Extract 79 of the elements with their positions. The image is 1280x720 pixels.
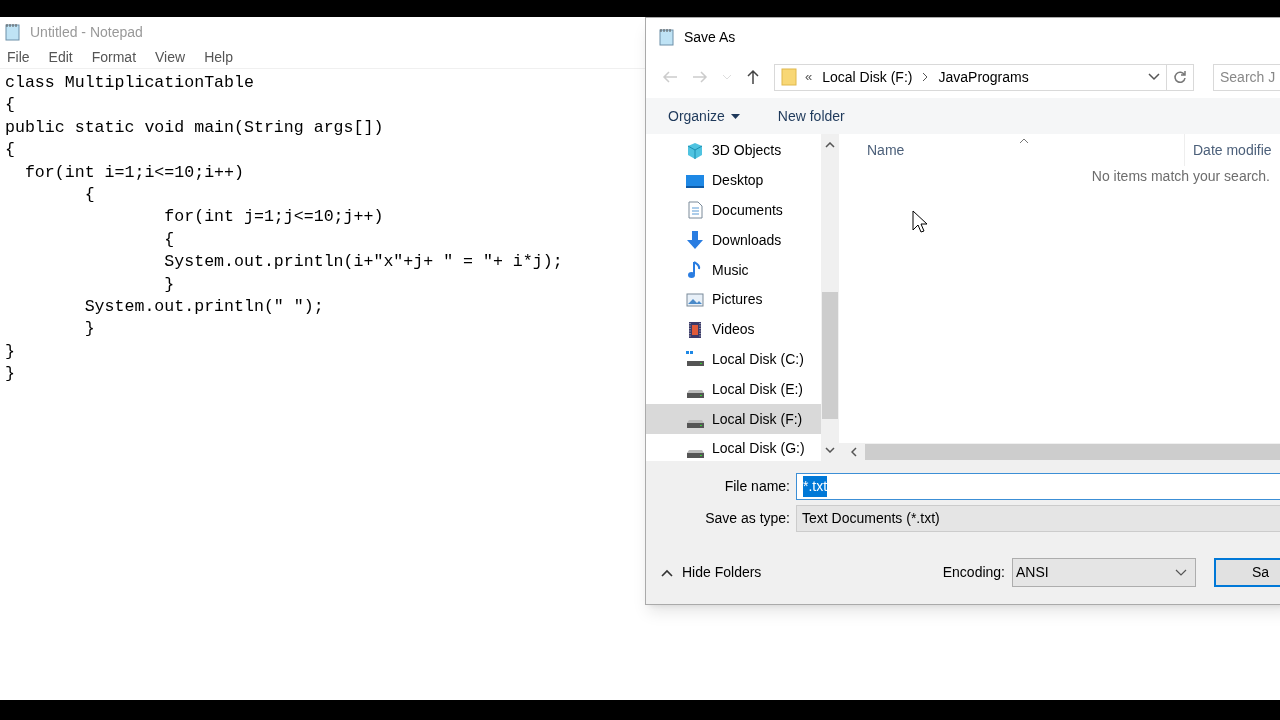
empty-message: No items match your search. (1091, 167, 1270, 182)
code-line: } (163, 274, 175, 294)
menu-item[interactable]: View (155, 47, 186, 68)
code-line: { (5, 140, 15, 160)
nav-item[interactable]: Videos (646, 314, 821, 345)
nav-item[interactable]: Documents (646, 195, 821, 226)
window-title: Untitled - Notepad (30, 22, 143, 42)
scroll-thumb[interactable] (822, 292, 838, 419)
column-header[interactable]: Name (839, 139, 1184, 161)
menu-item[interactable]: Edit (48, 47, 73, 68)
drive-icon (686, 350, 704, 369)
encoding-dropdown[interactable]: ANSI (1012, 558, 1196, 587)
nav-item[interactable]: Local Disk (C:) (646, 344, 821, 375)
drive-icon (686, 420, 704, 429)
field-label: File name: (723, 477, 791, 496)
drive-icon (686, 449, 704, 458)
hide-folders-button[interactable]: Hide Folders (661, 562, 762, 583)
drive-icon (686, 390, 704, 399)
code-line: public static void main(String args[]) (5, 117, 384, 137)
film-icon (686, 320, 704, 339)
field-label: Save as type: (704, 509, 791, 528)
save-button[interactable]: Sa (1214, 558, 1280, 587)
scroll-thumb[interactable] (865, 444, 1280, 460)
breadcrumb[interactable]: Local Disk (F:) (822, 66, 913, 88)
download-arrow-icon (686, 231, 704, 250)
cube-icon (686, 141, 704, 160)
menu-item[interactable]: Format (91, 47, 137, 68)
caret-icon (730, 113, 740, 119)
document-icon (686, 201, 704, 220)
organize-button[interactable]: Organize (668, 105, 740, 127)
nav-item[interactable]: 3D Objects (646, 136, 821, 166)
nav-item[interactable]: Local Disk (E:) (646, 374, 821, 405)
notepad-icon (658, 28, 676, 46)
up-arrow-icon[interactable] (746, 69, 760, 85)
menu-item[interactable]: File (7, 47, 30, 68)
file-name-field[interactable]: *.txt (796, 473, 1280, 500)
code-line: System.out.println(i+"x"+j+ " = "+ i*j); (163, 252, 563, 272)
nav-item[interactable]: Local Disk (G:) (646, 433, 821, 461)
nav-item[interactable]: Local Disk (F:) (646, 404, 821, 434)
breadcrumb[interactable]: JavaPrograms (938, 66, 1029, 88)
scroll-down-icon[interactable] (825, 447, 835, 453)
save-type-dropdown[interactable]: Text Documents (*.txt) (796, 505, 1280, 532)
column-header[interactable]: Date modifie (1185, 139, 1272, 161)
code-line: } (5, 364, 15, 384)
code-line: System.out.println(" "); (83, 296, 324, 316)
dropdown-icon[interactable] (1148, 73, 1160, 81)
refresh-icon[interactable] (1173, 70, 1187, 84)
overflow-chevron[interactable]: « (805, 67, 813, 87)
code-line: { (83, 184, 95, 204)
chevron-up-icon (661, 568, 673, 577)
nav-item[interactable]: Desktop (646, 165, 821, 196)
code-line: { (163, 229, 175, 249)
text-editor[interactable]: class MultiplicationTable { public static void main(String args[]) { for(int i=1;i<=10;i++) { for(int j=1;j<=10;j++) { System.out.println(i+"x"+j+ " = "+ i*j); } System.out.println(" "); } } } (0, 69, 640, 386)
code-line: for(int i=1;i<=10;i++) (23, 162, 244, 182)
code-line: class MultiplicationTable (5, 73, 254, 92)
scroll-up-icon[interactable] (825, 142, 835, 148)
scrollbar[interactable] (821, 134, 839, 461)
chevron-right-icon[interactable] (922, 72, 929, 82)
scroll-left-icon[interactable] (851, 447, 857, 457)
nav-item[interactable]: Music (646, 255, 821, 285)
nav-item[interactable]: Downloads (646, 225, 821, 256)
menu-item[interactable]: Help (204, 47, 233, 68)
dialog-title: Save As (684, 27, 736, 47)
sort-caret-icon (1019, 138, 1029, 144)
code-line: { (5, 95, 15, 115)
field-label: Encoding: (942, 563, 1005, 582)
mouse-pointer-icon (912, 210, 928, 234)
search-field[interactable]: Search J (1213, 63, 1280, 91)
chevron-down-icon (1175, 568, 1187, 577)
new-folder-button[interactable]: New folder (777, 105, 845, 127)
address-bar[interactable]: « Local Disk (F:) JavaPrograms (774, 63, 1194, 91)
picture-icon (686, 290, 704, 309)
notepad-icon (4, 23, 22, 41)
horizontal-scrollbar[interactable] (839, 443, 1280, 461)
code-line: for(int j=1;j<=10;j++) (163, 207, 384, 227)
folder-icon (781, 68, 797, 86)
code-line: } (5, 341, 15, 361)
code-line: } (83, 319, 95, 339)
nav-item[interactable]: Pictures (646, 285, 821, 315)
